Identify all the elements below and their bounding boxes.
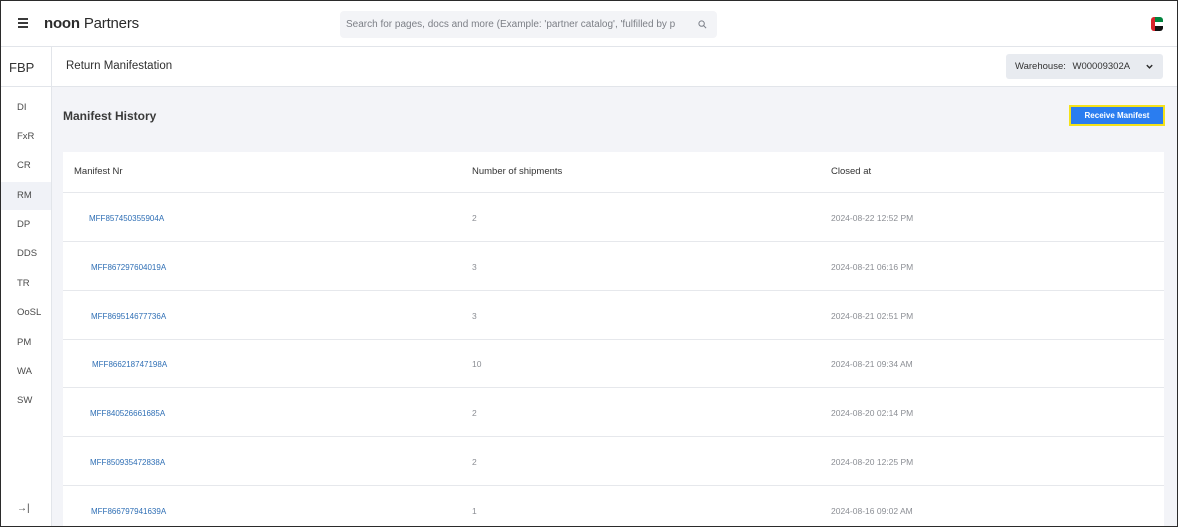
manifest-link[interactable]: MFF867297604019A — [91, 263, 166, 272]
logo-bold: noon — [44, 15, 80, 32]
manifest-table: Manifest Nr Number of shipments Closed a… — [63, 152, 1164, 526]
sidebar-item-fxr[interactable]: FxR — [1, 123, 51, 151]
shipment-count: 10 — [472, 359, 482, 369]
search-input[interactable] — [346, 11, 686, 38]
shipment-count: 2 — [472, 408, 477, 418]
sidebar-item-wa[interactable]: WA — [1, 358, 51, 386]
closed-at: 2024-08-20 02:14 PM — [831, 408, 914, 418]
manifest-link[interactable]: MFF866797941639A — [91, 507, 166, 516]
app-logo[interactable]: noon Partners — [44, 15, 139, 32]
sidebar-header: FBP — [1, 47, 51, 87]
receive-manifest-button[interactable]: Receive Manifest — [1069, 105, 1165, 126]
manifest-link[interactable]: MFF840526661685A — [90, 409, 165, 418]
table-row: MFF866218747198A 10 2024-08-21 09:34 AM — [63, 339, 1164, 388]
table-row: MFF869514677736A 3 2024-08-21 02:51 PM — [63, 291, 1164, 340]
column-header-shipments: Number of shipments — [472, 166, 563, 177]
sidebar-item-pm[interactable]: PM — [1, 329, 51, 357]
warehouse-dropdown[interactable]: Warehouse: W00009302A — [1006, 54, 1163, 79]
top-bar: noon Partners — [1, 1, 1177, 47]
main-content: Manifest History Receive Manifest Manife… — [52, 87, 1177, 526]
closed-at: 2024-08-21 06:16 PM — [831, 262, 914, 272]
table-header: Manifest Nr Number of shipments Closed a… — [63, 152, 1164, 193]
closed-at: 2024-08-22 12:52 PM — [831, 213, 914, 223]
sidebar-item-sw[interactable]: SW — [1, 387, 51, 415]
shipment-count: 2 — [472, 213, 477, 223]
sidebar-item-tr[interactable]: TR — [1, 270, 51, 298]
search-bar — [340, 11, 717, 38]
closed-at: 2024-08-16 09:02 AM — [831, 506, 913, 516]
warehouse-value: W00009302A — [1072, 61, 1131, 72]
sidebar-item-oosl[interactable]: OoSL — [1, 299, 51, 327]
chevron-down-icon — [1146, 64, 1153, 69]
logo-text: Partners — [79, 15, 139, 32]
shipment-count: 2 — [472, 457, 477, 467]
column-header-manifest-nr: Manifest Nr — [74, 166, 123, 177]
table-row: MFF857450355904A 2 2024-08-22 12:52 PM — [63, 193, 1164, 242]
shipment-count: 3 — [472, 262, 477, 272]
manifest-link[interactable]: MFF850935472838A — [90, 458, 165, 467]
app-frame: noon Partners FBP DI FxR CR RM DP DDS TR… — [0, 0, 1178, 527]
uae-flag-icon[interactable] — [1151, 17, 1163, 31]
manifest-link[interactable]: MFF869514677736A — [91, 312, 166, 321]
sidebar-item-di[interactable]: DI — [1, 94, 51, 122]
column-header-closed-at: Closed at — [831, 166, 872, 177]
manifest-link[interactable]: MFF866218747198A — [92, 360, 167, 369]
collapse-sidebar-icon[interactable]: →| — [17, 503, 30, 514]
shipment-count: 3 — [472, 311, 477, 321]
warehouse-label: Warehouse: — [1015, 61, 1066, 72]
closed-at: 2024-08-21 02:51 PM — [831, 311, 914, 321]
section-title: Manifest History — [63, 109, 157, 123]
shipment-count: 1 — [472, 506, 477, 516]
hamburger-menu-icon[interactable] — [18, 18, 28, 28]
table-row: MFF850935472838A 2 2024-08-20 12:25 PM — [63, 437, 1164, 486]
table-row: MFF866797941639A 1 2024-08-16 09:02 AM — [63, 486, 1164, 526]
page-header: Return Manifestation Warehouse: W0000930… — [52, 47, 1177, 87]
closed-at: 2024-08-20 12:25 PM — [831, 457, 914, 467]
table-row: MFF867297604019A 3 2024-08-21 06:16 PM — [63, 242, 1164, 291]
sidebar-item-rm[interactable]: RM — [1, 182, 51, 210]
closed-at: 2024-08-21 09:34 AM — [831, 359, 913, 369]
sidebar-item-dp[interactable]: DP — [1, 211, 51, 239]
search-icon[interactable] — [698, 20, 707, 29]
sidebar-item-dds[interactable]: DDS — [1, 240, 51, 268]
page-title: Return Manifestation — [66, 60, 173, 72]
manifest-link[interactable]: MFF857450355904A — [89, 214, 164, 223]
table-row: MFF840526661685A 2 2024-08-20 02:14 PM — [63, 388, 1164, 437]
sidebar: FBP DI FxR CR RM DP DDS TR OoSL PM WA SW… — [1, 47, 52, 526]
sidebar-item-cr[interactable]: CR — [1, 152, 51, 180]
